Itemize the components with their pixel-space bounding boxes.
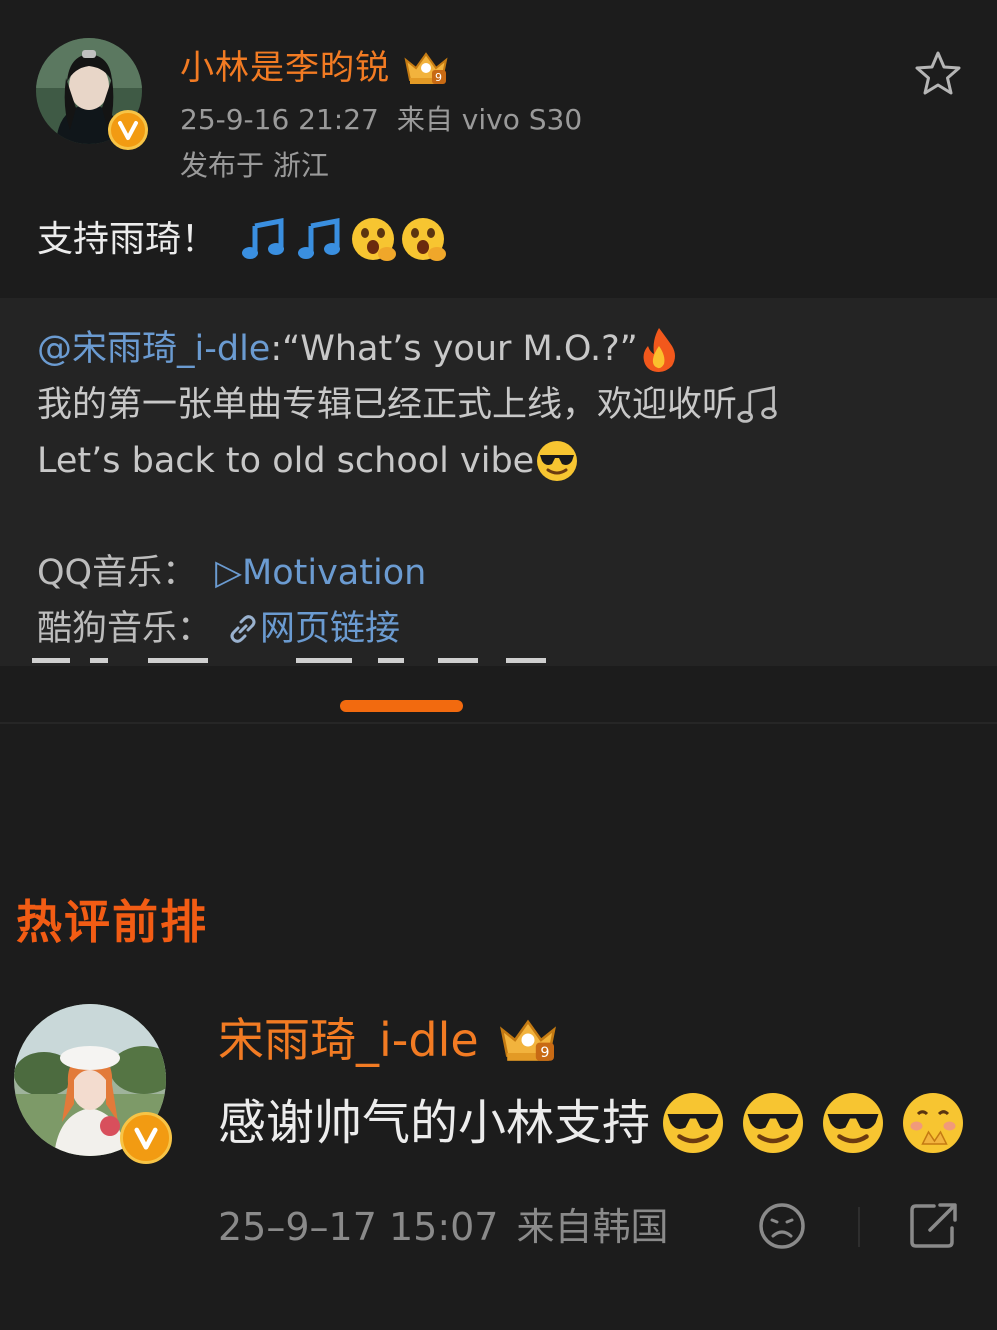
music-note-icon: [737, 383, 779, 427]
repost-line-2-text: 我的第一张单曲专辑已经正式上线，欢迎收听: [37, 385, 738, 425]
sunglasses-emoji-icon: [534, 439, 580, 483]
post-card: 小林是李昀锐 9 25-9-16 21:27 来自 vivo S30 发布于 浙江…: [0, 0, 997, 296]
link-icon: [226, 612, 260, 646]
svg-text:9: 9: [435, 71, 443, 84]
crown-icon: 9: [495, 1014, 561, 1066]
kugou-music-link[interactable]: 网页链接: [260, 604, 400, 654]
repost-line-3-text: Let’s back to old school vibe: [37, 441, 535, 481]
sunglasses-emoji-icon: [818, 1090, 888, 1156]
post-location: 发布于 浙江: [180, 149, 329, 182]
dislike-face-icon[interactable]: [756, 1200, 808, 1252]
shy-emoji-icon: [898, 1090, 968, 1156]
surprised-emoji-icon: [399, 216, 449, 264]
action-separator: [858, 1207, 860, 1247]
repost-line-1: @宋雨琦_i-dle:“What’s your M.O.?”: [37, 324, 680, 374]
post-author-name[interactable]: 小林是李昀锐 9: [180, 44, 450, 92]
post-meta: 25-9-16 21:27 来自 vivo S30: [180, 102, 582, 138]
star-icon[interactable]: [914, 50, 962, 96]
repost-card[interactable]: @宋雨琦_i-dle:“What’s your M.O.?” 我的第一张单曲专辑…: [0, 298, 997, 666]
comment-text: 感谢帅气的小林支持: [218, 1095, 651, 1151]
verified-icon: [120, 1112, 172, 1164]
repost-title: :“What’s your M.O.?”: [270, 329, 638, 369]
music-note-icon: [297, 218, 343, 262]
kugou-music-row: 酷狗音乐： 网页链接: [37, 604, 400, 654]
post-source: 来自 vivo S30: [396, 103, 583, 136]
qq-music-link[interactable]: ▷Motivation: [215, 548, 426, 598]
repost-line-2: 我的第一张单曲专辑已经正式上线，欢迎收听: [37, 380, 779, 430]
repost-line-3: Let’s back to old school vibe: [37, 436, 580, 486]
post-timestamp: 25-9-16 21:27: [180, 103, 379, 136]
qq-music-label: QQ音乐：: [37, 553, 198, 593]
author-name-text[interactable]: 小林是李昀锐: [180, 44, 390, 92]
comment-content: 感谢帅气的小林支持: [218, 1090, 968, 1156]
fire-icon: [638, 326, 680, 372]
sunglasses-emoji-icon: [738, 1090, 808, 1156]
crown-icon: 9: [402, 48, 450, 88]
comment-source: 来自韩国: [516, 1205, 669, 1249]
comment-timestamp: 25–9–17 15:07: [218, 1205, 499, 1249]
weibo-detail-page: 小林是李昀锐 9 25-9-16 21:27 来自 vivo S30 发布于 浙江…: [0, 0, 997, 1330]
commenter-name[interactable]: 宋雨琦_i-dle 9: [218, 1010, 561, 1070]
verified-icon: [108, 110, 148, 150]
mention-link[interactable]: @宋雨琦_i-dle: [37, 324, 270, 374]
commenter-name-text[interactable]: 宋雨琦_i-dle: [218, 1010, 479, 1070]
tab-bar: [0, 666, 997, 722]
share-icon[interactable]: [908, 1200, 960, 1250]
kugou-music-label: 酷狗音乐：: [37, 609, 213, 649]
qq-music-row: QQ音乐： ▷Motivation: [37, 548, 426, 598]
post-text: 支持雨琦！: [37, 219, 218, 260]
post-content: 支持雨琦！: [37, 214, 449, 266]
hot-comments-title: 热评前排: [16, 895, 208, 949]
music-note-icon: [241, 218, 287, 262]
sunglasses-emoji-icon: [658, 1090, 728, 1156]
section-divider: [0, 722, 997, 724]
surprised-emoji-icon: [349, 216, 399, 264]
svg-text:9: 9: [540, 1045, 549, 1061]
tab-active-indicator: [340, 700, 463, 712]
comment-meta: 25–9–17 15:07 来自韩国: [218, 1202, 669, 1252]
